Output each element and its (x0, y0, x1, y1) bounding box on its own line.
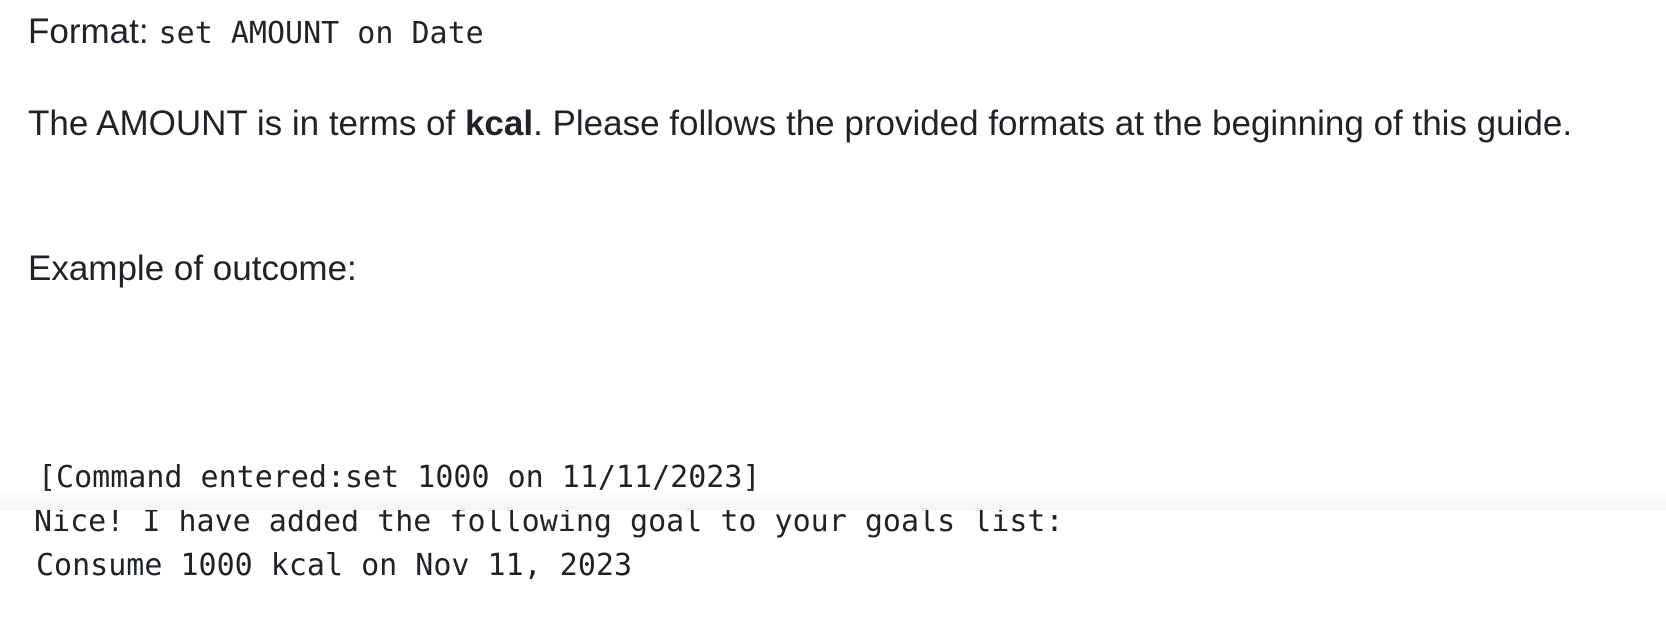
format-line: Format: set AMOUNT on Date (28, 8, 484, 58)
format-label: Format: (28, 12, 149, 51)
amount-paragraph: The AMOUNT is in terms of kcal. Please f… (28, 96, 1608, 151)
code-line-goal: Consume 1000 kcal on Nov 11, 2023 (36, 548, 633, 583)
paragraph-text-end: . Please follows the provided formats at… (533, 104, 1573, 143)
paragraph-text-start: The AMOUNT is in terms of (28, 104, 465, 143)
paragraph-bold-unit: kcal (464, 104, 534, 143)
example-heading: Example of outcome: (28, 249, 357, 288)
format-code: set AMOUNT on Date (158, 16, 484, 51)
bottom-shadow (0, 488, 1666, 510)
